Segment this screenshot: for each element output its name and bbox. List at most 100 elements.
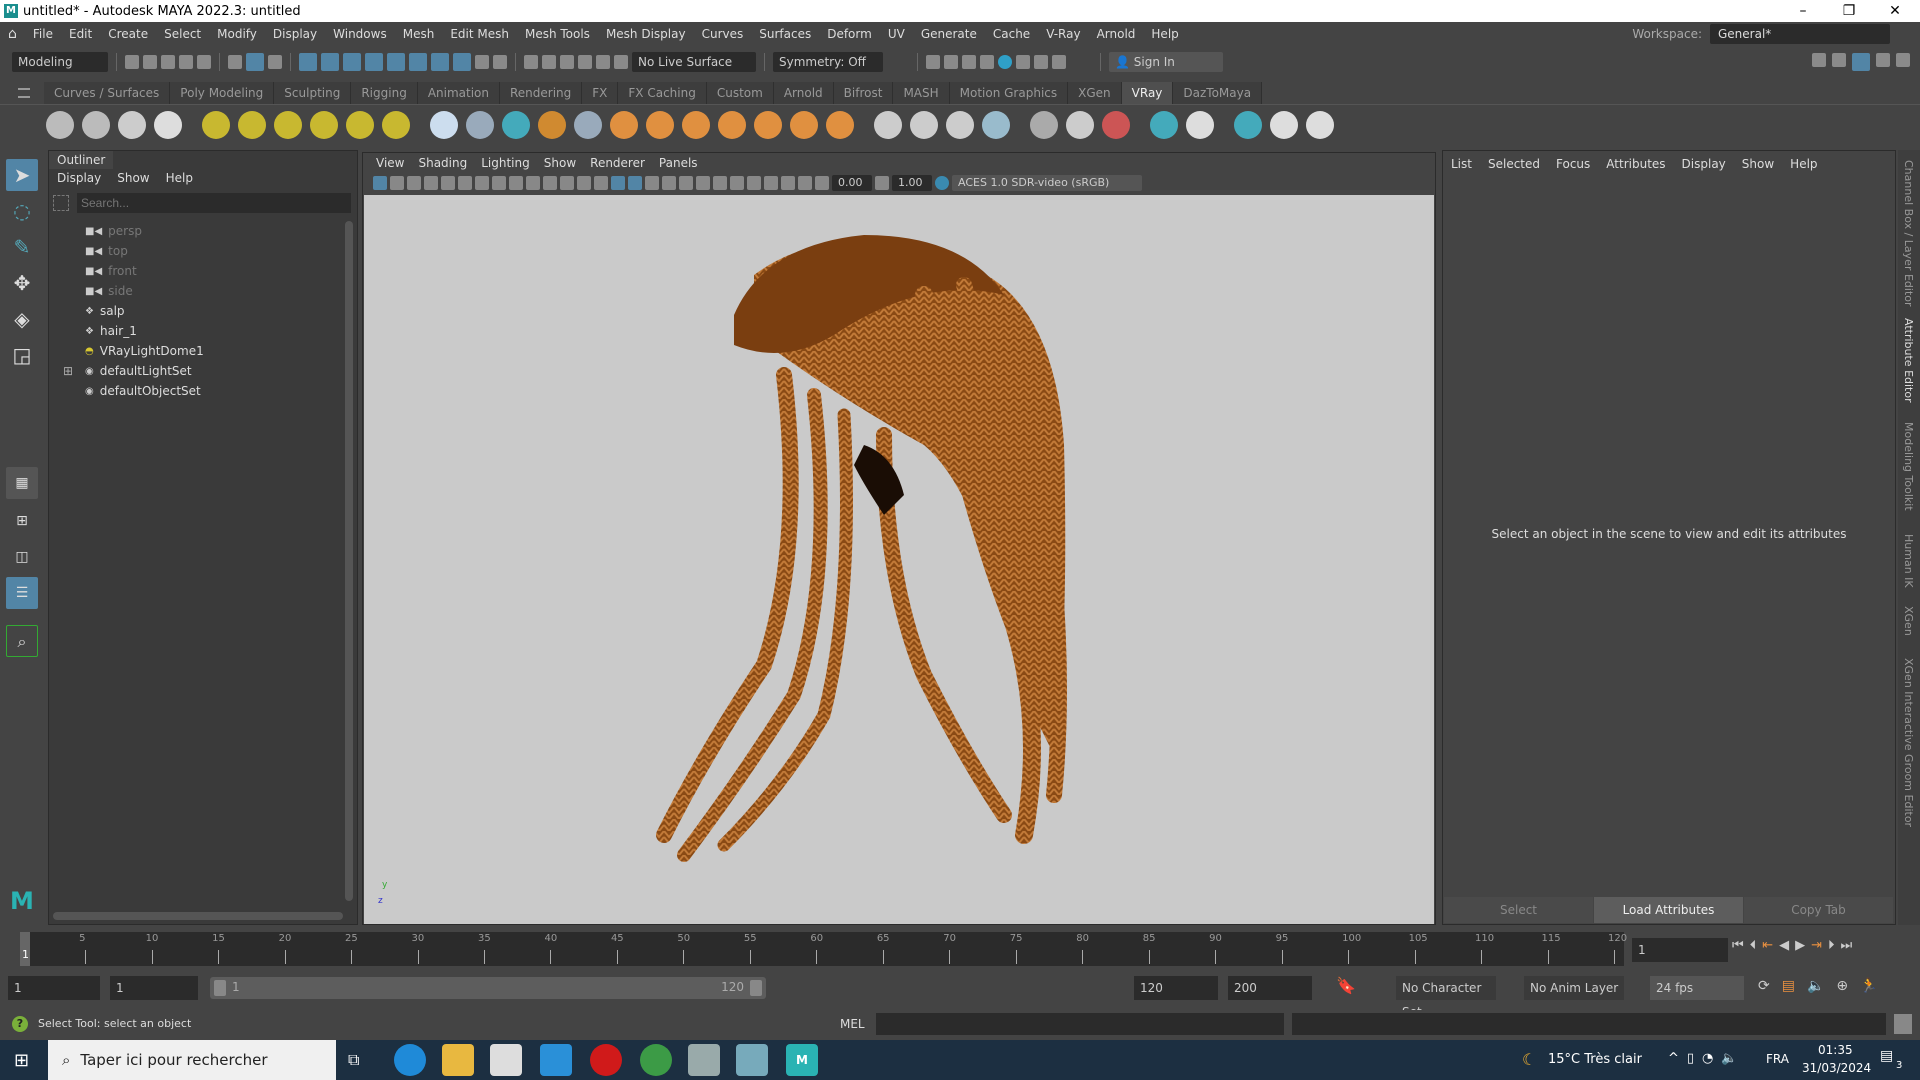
shelf-tab-rigging[interactable]: Rigging <box>351 82 418 104</box>
step-forward-key-icon[interactable]: ⇥ <box>1811 938 1822 953</box>
weather-text[interactable]: 15°C Très clair <box>1548 1052 1642 1067</box>
outliner-item[interactable]: ❖ hair_1 <box>85 321 137 341</box>
isolate-select-icon[interactable] <box>747 176 761 190</box>
live-surface-field[interactable]: No Live Surface <box>632 52 756 72</box>
outliner-layout-icon[interactable]: ☰ <box>6 577 38 609</box>
symmetry-dropdown[interactable]: Symmetry: Off <box>773 52 883 72</box>
select-object-icon[interactable] <box>246 53 264 71</box>
vray-plug-icon[interactable] <box>1234 111 1262 139</box>
cache-playback-icon[interactable]: ▤ <box>1782 978 1795 994</box>
close-button[interactable]: ✕ <box>1872 0 1918 22</box>
single-view-layout-icon[interactable]: ▦ <box>6 467 38 499</box>
grease-pencil-icon[interactable] <box>458 176 472 190</box>
outliner-search-input[interactable] <box>77 193 351 213</box>
paint-select-tool-icon[interactable]: ✎ <box>6 231 38 263</box>
vray-settings-gear-icon[interactable] <box>910 111 938 139</box>
vray-color-icon[interactable] <box>1066 111 1094 139</box>
menu-arnold[interactable]: Arnold <box>1089 27 1144 41</box>
snap-point-magnet-icon[interactable] <box>560 55 574 69</box>
opera-icon[interactable] <box>590 1044 622 1076</box>
filter-icon[interactable] <box>53 195 69 211</box>
menu-mesh-display[interactable]: Mesh Display <box>598 27 694 41</box>
depth-of-field-icon[interactable] <box>730 176 744 190</box>
search-icon[interactable]: ⌕ <box>6 625 38 657</box>
expand-icon[interactable]: ⊞ <box>63 364 73 378</box>
shelf-tab-bifrost[interactable]: Bifrost <box>833 82 894 104</box>
grid-icon[interactable] <box>475 176 489 190</box>
sign-in-dropdown[interactable]: 👤 Sign In <box>1109 52 1223 72</box>
select-tool-icon[interactable]: ➤ <box>6 159 38 191</box>
menu-help[interactable]: Help <box>1143 27 1186 41</box>
current-frame-field[interactable]: 1 <box>1632 938 1728 962</box>
vray-displacement-icon[interactable] <box>610 111 638 139</box>
outliner-vertical-scrollbar[interactable] <box>345 221 353 901</box>
shadows-icon[interactable] <box>662 176 676 190</box>
tab-xgen[interactable]: XGen <box>1902 606 1915 636</box>
shelf-tab-sculpting[interactable]: Sculpting <box>274 82 352 104</box>
fps-dropdown[interactable]: 24 fps <box>1650 976 1744 1000</box>
2d-pan-zoom-icon[interactable] <box>441 176 455 190</box>
go-to-end-icon[interactable]: ⏭ <box>1841 938 1853 953</box>
xray-components-icon[interactable] <box>798 176 812 190</box>
attr-menu-selected[interactable]: Selected <box>1488 157 1540 171</box>
menu-vray[interactable]: V-Ray <box>1038 27 1088 41</box>
pause-viewport-icon[interactable] <box>1052 55 1066 69</box>
four-view-layout-icon[interactable]: ⊞ <box>6 505 38 537</box>
vray-cone-icon[interactable] <box>946 111 974 139</box>
vray-sun-icon[interactable] <box>382 111 410 139</box>
vray-light-dome-icon[interactable] <box>346 111 374 139</box>
gate-mask-icon[interactable] <box>526 176 540 190</box>
attr-menu-attributes[interactable]: Attributes <box>1606 157 1665 171</box>
snap-surface-icon[interactable] <box>387 53 405 71</box>
outliner-item[interactable]: ❖ salp <box>85 301 125 321</box>
gamma-icon[interactable] <box>875 176 889 190</box>
menu-generate[interactable]: Generate <box>913 27 985 41</box>
vray-material-icon[interactable] <box>430 111 458 139</box>
vray-extra-icon[interactable] <box>1306 111 1334 139</box>
viewport-menu-panels[interactable]: Panels <box>652 156 705 170</box>
system-tray-icons[interactable]: ^▯◔🔈 <box>1668 1051 1746 1066</box>
ipr-render-icon[interactable] <box>962 55 976 69</box>
play-backwards-icon[interactable]: ◀ <box>1779 938 1789 953</box>
viewport-menu-shading[interactable]: Shading <box>411 156 474 170</box>
viewport-menu-lighting[interactable]: Lighting <box>474 156 537 170</box>
step-back-frame-icon[interactable]: ⏴ <box>1750 938 1757 953</box>
redo-icon[interactable] <box>197 55 211 69</box>
vray-light-ies-icon[interactable] <box>274 111 302 139</box>
range-slider[interactable]: 1 120 <box>210 977 766 999</box>
language-indicator[interactable]: FRA <box>1766 1052 1789 1066</box>
menu-deform[interactable]: Deform <box>819 27 880 41</box>
vray-proxy-export-icon[interactable] <box>502 111 530 139</box>
shelf-tab-arnold[interactable]: Arnold <box>773 82 834 104</box>
range-end-handle[interactable] <box>750 980 762 996</box>
vray-proxy-icon[interactable] <box>466 111 494 139</box>
character-controls-icon[interactable] <box>1832 53 1846 67</box>
outliner-menu-display[interactable]: Display <box>57 171 101 185</box>
use-all-lights-icon[interactable] <box>645 176 659 190</box>
vray-render-icon[interactable] <box>46 111 74 139</box>
script-editor-icon[interactable] <box>1894 1014 1912 1034</box>
outliner-item[interactable]: ⊞ ◉ defaultLightSet <box>63 361 192 381</box>
tab-modeling-toolkit[interactable]: Modeling Toolkit <box>1902 422 1915 511</box>
vray-grid-icon[interactable] <box>754 111 782 139</box>
snap-grid-icon[interactable] <box>299 53 317 71</box>
snap-pivot-magnet-icon[interactable] <box>614 55 628 69</box>
shelf-tab-rendering[interactable]: Rendering <box>500 82 583 104</box>
menu-curves[interactable]: Curves <box>694 27 752 41</box>
shelf-tab-animation[interactable]: Animation <box>417 82 500 104</box>
menu-uv[interactable]: UV <box>880 27 913 41</box>
vray-light-rect-icon[interactable] <box>202 111 230 139</box>
mail-icon[interactable] <box>540 1044 572 1076</box>
anti-aliasing-icon[interactable] <box>713 176 727 190</box>
mel-command-input[interactable] <box>876 1013 1284 1035</box>
camera-attributes-icon[interactable] <box>390 176 404 190</box>
select-mask-icon[interactable] <box>431 53 449 71</box>
copy-tab-button[interactable]: Copy Tab <box>1744 897 1893 923</box>
chrome-icon[interactable] <box>640 1044 672 1076</box>
vray-vfb-icon[interactable] <box>82 111 110 139</box>
select-highlight-icon[interactable] <box>493 55 507 69</box>
render-frame-icon[interactable] <box>926 55 940 69</box>
preferences-icon[interactable]: ⊕ <box>1836 978 1848 994</box>
shelf-tab-custom[interactable]: Custom <box>706 82 774 104</box>
outliner-horizontal-scrollbar[interactable] <box>53 912 343 920</box>
